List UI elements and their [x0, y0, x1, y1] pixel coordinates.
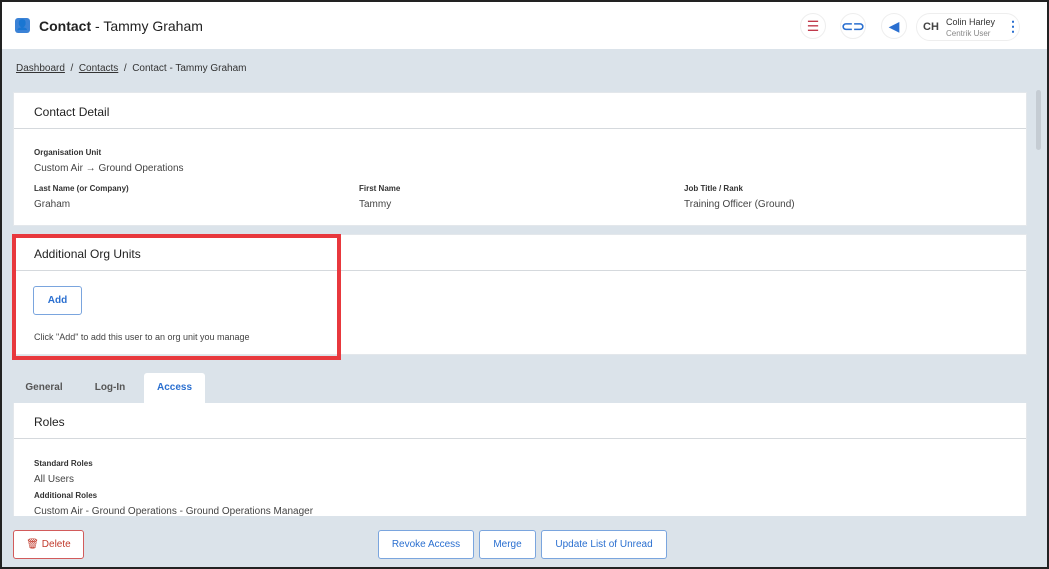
- user-role: Centrik User: [946, 29, 991, 38]
- roles-title: Roles: [14, 403, 1026, 439]
- breadcrumb: Dashboard / Contacts / Contact - Tammy G…: [16, 63, 247, 74]
- highlight-box: [12, 234, 341, 360]
- tab-log-in[interactable]: Log-In: [80, 373, 140, 405]
- trash-icon: 🗑: [26, 539, 39, 550]
- last-name-label: Last Name (or Company): [34, 184, 129, 193]
- contact-detail-card: Contact Detail Organisation Unit Custom …: [13, 92, 1027, 226]
- avatar: CH: [923, 21, 939, 33]
- more-vertical-icon[interactable]: ⋮: [1006, 18, 1020, 35]
- standard-roles-value: All Users: [34, 474, 75, 485]
- revoke-access-button[interactable]: Revoke Access: [378, 530, 474, 559]
- update-unread-button[interactable]: Update List of Unread: [541, 530, 667, 559]
- title-sep: -: [95, 18, 100, 34]
- merge-button[interactable]: Merge: [479, 530, 536, 559]
- job-title-value: Training Officer (Ground): [684, 199, 795, 210]
- standard-roles-label: Standard Roles: [34, 459, 93, 468]
- org-unit-label: Organisation Unit: [34, 148, 102, 157]
- user-name: Colin Harley: [946, 17, 996, 27]
- breadcrumb-dashboard[interactable]: Dashboard: [16, 63, 65, 74]
- job-title-label: Job Title / Rank: [684, 184, 743, 193]
- delete-label: Delete: [41, 539, 71, 550]
- user-menu[interactable]: CH Colin Harley Centrik User ⋮: [916, 13, 1020, 41]
- additional-roles-label: Additional Roles: [34, 491, 98, 500]
- tab-access[interactable]: Access: [144, 373, 205, 405]
- breadcrumb-current: Contact - Tammy Graham: [132, 63, 247, 74]
- tab-general[interactable]: General: [14, 373, 74, 405]
- roles-card: Roles Standard Roles All Users Additiona…: [13, 403, 1027, 518]
- delete-button[interactable]: 🗑 Delete: [13, 530, 84, 559]
- scrollbar[interactable]: [1036, 90, 1041, 150]
- stack-icon[interactable]: ☰: [800, 13, 826, 39]
- top-bar: 👤 Contact - Tammy Graham ☰ ⊂⊃ ◀ CH Colin…: [2, 2, 1047, 49]
- first-name-value: Tammy: [359, 199, 392, 210]
- title-prefix: Contact: [39, 18, 92, 34]
- megaphone-icon[interactable]: ◀: [881, 13, 907, 39]
- org-unit-value: Custom Air → Ground Operations: [34, 163, 184, 174]
- link-icon[interactable]: ⊂⊃: [840, 13, 866, 39]
- page-title: Contact - Tammy Graham: [39, 18, 203, 34]
- title-name: Tammy Graham: [103, 18, 203, 34]
- last-name-value: Graham: [34, 199, 71, 210]
- breadcrumb-contacts[interactable]: Contacts: [79, 63, 118, 74]
- contact-icon: 👤: [15, 18, 30, 33]
- first-name-label: First Name: [359, 184, 401, 193]
- contact-detail-title: Contact Detail: [14, 93, 1026, 129]
- app-window: 👤 Contact - Tammy Graham ☰ ⊂⊃ ◀ CH Colin…: [2, 2, 1047, 567]
